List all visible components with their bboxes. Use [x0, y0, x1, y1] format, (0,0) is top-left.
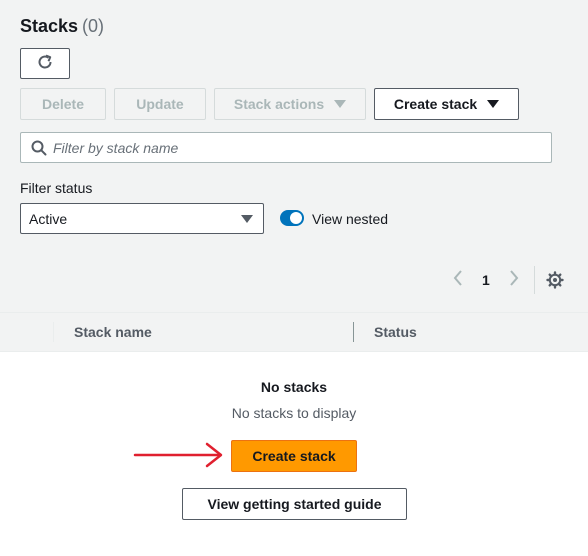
empty-state-description: No stacks to display	[231, 405, 357, 421]
filter-status-select[interactable]: Active	[20, 203, 264, 234]
delete-button[interactable]: Delete	[20, 88, 106, 120]
pager-divider	[534, 266, 535, 294]
next-page-button[interactable]	[508, 268, 520, 292]
create-stack-dropdown-button[interactable]: Create stack	[374, 88, 519, 120]
chevron-left-icon	[452, 269, 464, 292]
chevron-right-icon	[508, 269, 520, 292]
view-nested-toggle[interactable]	[280, 210, 304, 226]
column-header-stack-name[interactable]: Stack name	[74, 324, 152, 340]
update-label: Update	[136, 96, 184, 112]
search-input[interactable]	[47, 139, 551, 156]
column-divider	[53, 322, 54, 342]
title-text: Stacks	[20, 16, 79, 36]
refresh-icon	[36, 53, 54, 74]
create-stack-button[interactable]: Create stack	[231, 440, 357, 472]
view-nested-label: View nested	[312, 211, 389, 227]
stacks-panel	[0, 0, 588, 352]
filter-status-value: Active	[29, 210, 68, 227]
empty-state-title: No stacks	[260, 379, 328, 395]
stack-actions-label: Stack actions	[233, 96, 325, 112]
stack-actions-button[interactable]: Stack actions	[214, 88, 366, 120]
column-resizer[interactable]	[353, 322, 354, 342]
toggle-knob	[290, 212, 302, 224]
filter-status-label: Filter status	[20, 180, 93, 196]
page-title: Stacks (0)	[20, 16, 104, 37]
gear-icon	[545, 271, 565, 294]
update-button[interactable]: Update	[114, 88, 206, 120]
caret-down-icon	[487, 100, 500, 108]
search-icon	[31, 140, 47, 156]
column-header-status[interactable]: Status	[374, 324, 417, 340]
caret-down-icon	[241, 214, 253, 223]
create-stack-label: Create stack	[393, 96, 478, 112]
preferences-button[interactable]	[545, 270, 565, 295]
delete-label: Delete	[41, 96, 85, 112]
page-number[interactable]: 1	[482, 268, 490, 292]
annotation-arrow-icon	[133, 441, 225, 474]
refresh-button[interactable]	[20, 48, 70, 79]
previous-page-button[interactable]	[452, 268, 464, 292]
stack-count: (0)	[82, 16, 105, 36]
caret-down-icon	[334, 100, 347, 108]
search-field[interactable]	[20, 132, 552, 163]
guide-label: View getting started guide	[207, 496, 382, 512]
create-stack-primary-label: Create stack	[252, 448, 336, 464]
getting-started-guide-button[interactable]: View getting started guide	[182, 488, 407, 520]
